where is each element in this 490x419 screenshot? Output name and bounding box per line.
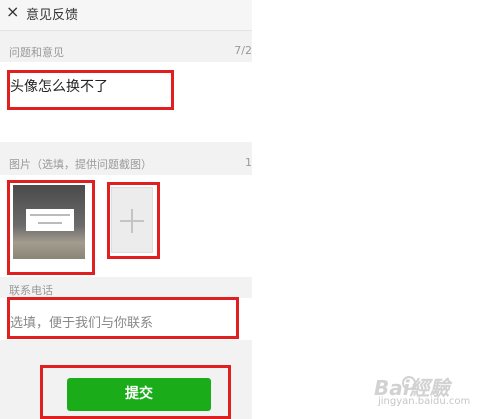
highlight-thumbnail-box	[7, 180, 95, 275]
watermark-url: jingyan.baidu.com	[378, 396, 471, 407]
images-label: 图片（选填，提供问题截图）	[9, 158, 152, 171]
highlight-submit-box	[40, 365, 231, 419]
feedback-screen: × 意见反馈 问题和意见 7/2 头像怎么换不了 图片（选填，提供问题截图） 1…	[0, 0, 252, 419]
top-bar: × 意见反馈	[0, 0, 252, 31]
page-title: 意见反馈	[26, 8, 79, 23]
highlight-contact-box	[7, 297, 239, 339]
image-counter: 1	[245, 156, 252, 169]
close-icon[interactable]: ×	[6, 2, 19, 21]
highlight-add-box	[107, 182, 160, 259]
contact-label: 联系电话	[9, 284, 53, 297]
feedback-label: 问题和意见	[9, 46, 64, 59]
highlight-feedback-box	[7, 70, 174, 110]
character-counter: 7/2	[234, 44, 252, 57]
